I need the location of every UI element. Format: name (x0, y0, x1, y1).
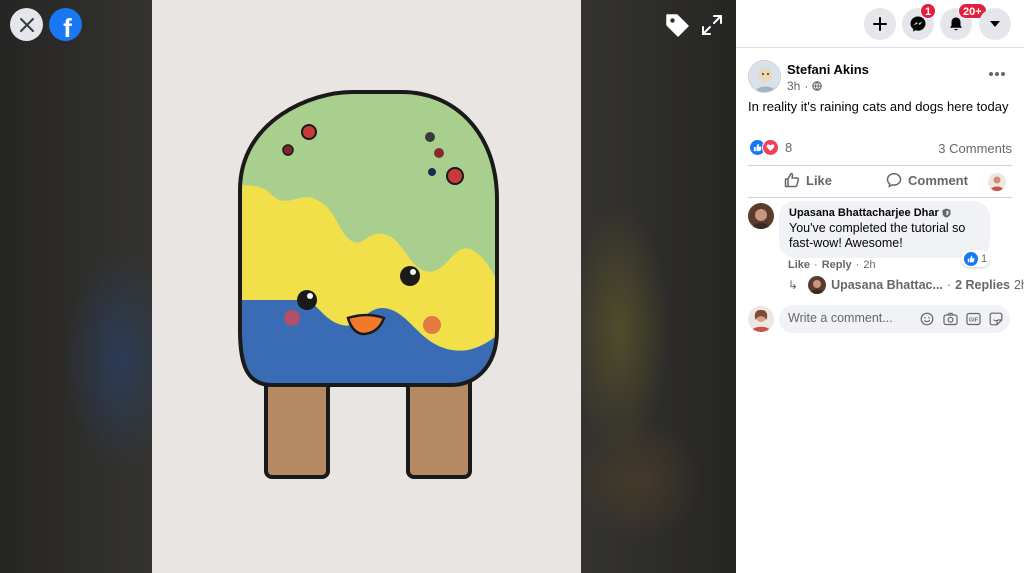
avatar-illustration (988, 173, 1006, 191)
replies-time: 2h (1013, 278, 1024, 292)
messenger-button[interactable]: 1 (902, 3, 937, 40)
photo[interactable] (152, 0, 581, 573)
reaction-count: 8 (785, 140, 793, 155)
replier-avatar (808, 276, 827, 294)
more-dot-icon (989, 72, 993, 76)
thumbs-up-icon (784, 172, 800, 188)
photo-button[interactable] (942, 311, 958, 327)
comment-meta: Like · Reply · 2h (788, 259, 876, 271)
facebook-logo[interactable]: f (49, 8, 82, 41)
comment-like-count: 1 (981, 252, 988, 265)
emoji-icon (920, 312, 934, 326)
sticker-button[interactable] (988, 311, 1004, 327)
love-reaction-icon (762, 139, 779, 156)
comment-button[interactable]: Comment (886, 172, 968, 188)
more-dot-icon (1001, 72, 1005, 76)
post-time[interactable]: 3h (787, 79, 800, 93)
svg-text:GIF: GIF (968, 318, 978, 324)
gif-icon: GIF (965, 312, 981, 326)
avatar-illustration (748, 306, 774, 332)
author-name[interactable]: Stefani Akins (787, 62, 869, 77)
comment-like-link[interactable]: Like (788, 259, 810, 271)
comment-bubble: Upasana Bhattacharjee Dhar You've comple… (779, 201, 990, 258)
current-user-avatar[interactable] (748, 306, 774, 332)
emoji-button[interactable] (919, 311, 935, 327)
sticker-icon (989, 312, 1003, 326)
reply-arrow-icon: ↳ (788, 278, 799, 292)
caret-down-icon (990, 21, 1000, 27)
popsicle-drawing (152, 0, 581, 573)
commenter-avatar-selector[interactable] (988, 173, 1006, 191)
camera-icon (942, 312, 958, 326)
post-text: In reality it's raining cats and dogs he… (748, 99, 1009, 114)
composer-icons: GIF (919, 311, 1004, 327)
post-panel: 1 20+ Stefani Akins 3h · In reality it's… (736, 0, 1024, 573)
comments-count-link[interactable]: 3 Comments (938, 141, 1012, 156)
shield-icon (942, 208, 951, 218)
post-action-bar: Like Comment (748, 165, 1012, 198)
comment-text-line-2: fast-wow! Awesome! (789, 236, 903, 250)
comment-input[interactable] (788, 311, 908, 325)
more-dot-icon (995, 72, 999, 76)
like-label: Like (806, 172, 833, 188)
comment-time[interactable]: 2h (863, 259, 875, 271)
tag-icon (666, 14, 689, 37)
account-menu-button[interactable] (979, 8, 1011, 40)
tag-photo-button[interactable] (662, 10, 692, 40)
comment-reaction-badge[interactable]: 1 (961, 250, 991, 267)
comment-composer: GIF (779, 305, 1010, 333)
create-button[interactable] (864, 8, 896, 40)
replier-name: Upasana Bhattac... (831, 278, 943, 292)
author-avatar[interactable] (748, 60, 781, 93)
messenger-badge: 1 (920, 3, 937, 19)
gif-button[interactable]: GIF (965, 311, 981, 327)
notifications-button[interactable]: 20+ (940, 3, 987, 40)
commenter-name-row: Upasana Bhattacharjee Dhar (789, 207, 980, 219)
expand-icon (702, 15, 722, 35)
avatar-illustration (808, 276, 827, 294)
comment-reply-link[interactable]: Reply (822, 259, 852, 271)
close-button[interactable] (10, 8, 43, 41)
like-button[interactable]: Like (784, 172, 832, 188)
photo-viewer: f (0, 0, 736, 573)
replies-count: 2 Replies (955, 278, 1010, 292)
globe-icon (812, 81, 823, 91)
comment-icon (886, 173, 902, 188)
fullscreen-button[interactable] (699, 12, 725, 38)
post-meta: 3h · (787, 79, 823, 93)
avatar-illustration (748, 203, 774, 229)
commenter-avatar[interactable] (748, 203, 774, 229)
like-reaction-icon (964, 251, 978, 266)
reactions-summary[interactable]: 8 (749, 139, 792, 156)
facebook-logo-letter: f (63, 13, 72, 41)
avatar-illustration (749, 61, 780, 92)
comment-text-line-1: You've completed the tutorial so (789, 221, 966, 235)
comment-label: Comment (908, 172, 968, 188)
post-options-button[interactable] (986, 66, 1008, 82)
close-icon (19, 17, 34, 32)
plus-icon (873, 17, 887, 31)
view-replies-link[interactable]: ↳ Upasana Bhattac... · 2 Replies 2h (788, 276, 1024, 294)
top-bar: 1 20+ (736, 0, 1024, 48)
commenter-name[interactable]: Upasana Bhattacharjee Dhar (789, 207, 939, 219)
bell-icon (950, 17, 962, 31)
